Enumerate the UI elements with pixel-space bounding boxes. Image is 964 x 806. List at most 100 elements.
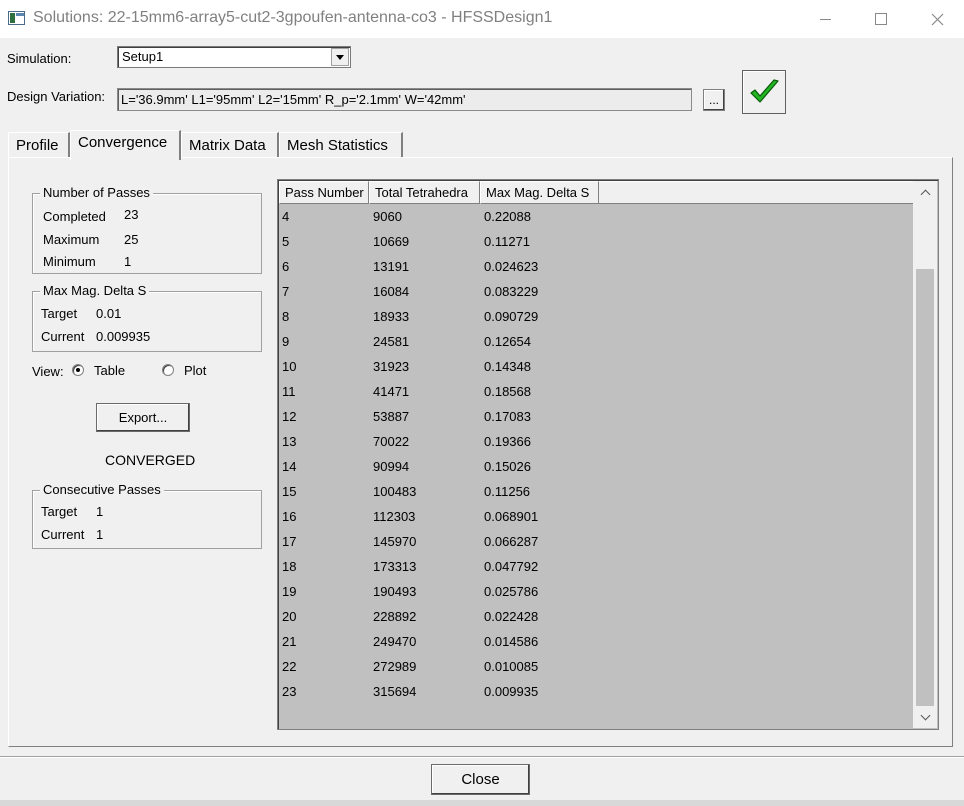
table-row[interactable]: 19 190493 0.025786 bbox=[279, 580, 913, 605]
cell-pass-number: 5 bbox=[282, 234, 290, 249]
column-header-total-tetrahedra[interactable]: Total Tetrahedra bbox=[369, 181, 480, 204]
cell-max-mag-delta-s: 0.068901 bbox=[484, 509, 539, 524]
view-table-radio[interactable] bbox=[72, 364, 84, 376]
table-row[interactable]: 10 31923 0.14348 bbox=[279, 355, 913, 380]
simulation-select[interactable]: Setup1 bbox=[117, 46, 351, 68]
delta-target-label: Target bbox=[41, 306, 78, 321]
scroll-up-button[interactable] bbox=[913, 181, 937, 203]
cell-max-mag-delta-s: 0.11256 bbox=[484, 484, 531, 499]
chevron-up-icon bbox=[920, 189, 930, 199]
table-row[interactable]: 21 249470 0.014586 bbox=[279, 630, 913, 655]
consecutive-target-label: Target bbox=[41, 504, 78, 519]
cell-max-mag-delta-s: 0.22088 bbox=[484, 209, 531, 224]
table-row[interactable]: 18 173313 0.047792 bbox=[279, 555, 913, 580]
maximum-label: Maximum bbox=[43, 232, 100, 247]
table-row[interactable]: 23 315694 0.009935 bbox=[279, 680, 913, 705]
group-title: Max Mag. Delta S bbox=[40, 283, 150, 298]
table-row[interactable]: 8 18933 0.090729 bbox=[279, 305, 913, 330]
minimize-button[interactable] bbox=[800, 0, 850, 38]
max-mag-delta-s-group: Max Mag. Delta S Target 0.01 Current 0.0… bbox=[32, 283, 262, 352]
table-row[interactable]: 7 16084 0.083229 bbox=[279, 280, 913, 305]
cell-max-mag-delta-s: 0.090729 bbox=[484, 309, 539, 324]
group-title: Consecutive Passes bbox=[40, 482, 164, 497]
consecutive-current-label: Current bbox=[41, 527, 85, 542]
view-label: View: bbox=[32, 364, 64, 379]
column-header-max-mag-delta-s[interactable]: Max Mag. Delta S bbox=[480, 181, 599, 204]
cell-pass-number: 18 bbox=[282, 559, 297, 574]
scroll-down-button[interactable] bbox=[913, 706, 937, 728]
cell-total-tetrahedra: 24581 bbox=[373, 334, 410, 349]
dropdown-button[interactable] bbox=[331, 48, 349, 66]
completed-value: 23 bbox=[124, 207, 139, 222]
cell-total-tetrahedra: 100483 bbox=[373, 484, 417, 499]
table-row[interactable]: 11 41471 0.18568 bbox=[279, 380, 913, 405]
table-row[interactable]: 9 24581 0.12654 bbox=[279, 330, 913, 355]
cell-total-tetrahedra: 190493 bbox=[373, 584, 417, 599]
minimize-icon bbox=[819, 18, 831, 20]
consecutive-passes-group: Consecutive Passes Target 1 Current 1 bbox=[32, 482, 262, 549]
cell-total-tetrahedra: 249470 bbox=[373, 634, 417, 649]
view-plot-radio[interactable] bbox=[162, 364, 174, 376]
table-row[interactable]: 22 272989 0.010085 bbox=[279, 655, 913, 680]
cell-pass-number: 21 bbox=[282, 634, 297, 649]
chevron-down-icon bbox=[920, 710, 930, 720]
cell-pass-number: 16 bbox=[282, 509, 297, 524]
cell-total-tetrahedra: 31923 bbox=[373, 359, 410, 374]
number-of-passes-group: Number of Passes Completed 23 Maximum 25… bbox=[32, 185, 262, 274]
tab-matrix-data[interactable]: Matrix Data bbox=[181, 132, 279, 158]
cell-max-mag-delta-s: 0.17083 bbox=[484, 409, 531, 424]
design-variation-field[interactable]: L='36.9mm' L1='95mm' L2='15mm' R_p='2.1m… bbox=[117, 88, 692, 111]
close-window-button[interactable] bbox=[912, 0, 962, 38]
close-button[interactable]: Close bbox=[431, 764, 530, 795]
apply-check-button[interactable] bbox=[742, 70, 786, 114]
export-button[interactable]: Export... bbox=[96, 403, 190, 432]
chevron-down-icon bbox=[336, 54, 344, 60]
vertical-scrollbar[interactable] bbox=[913, 181, 937, 728]
table-body: 4 9060 0.22088 5 10669 0.11271 6 13191 0.024623 7… bbox=[279, 205, 913, 705]
cell-total-tetrahedra: 145970 bbox=[373, 534, 417, 549]
green-check-icon bbox=[750, 79, 779, 103]
cell-total-tetrahedra: 9060 bbox=[373, 209, 402, 224]
table-row[interactable]: 17 145970 0.066287 bbox=[279, 530, 913, 555]
table-row[interactable]: 16 112303 0.068901 bbox=[279, 505, 913, 530]
cell-total-tetrahedra: 173313 bbox=[373, 559, 417, 574]
cell-pass-number: 12 bbox=[282, 409, 297, 424]
cell-pass-number: 20 bbox=[282, 609, 297, 624]
table-row[interactable]: 12 53887 0.17083 bbox=[279, 405, 913, 430]
cell-max-mag-delta-s: 0.024623 bbox=[484, 259, 539, 274]
consecutive-current-value: 1 bbox=[96, 527, 104, 542]
table-row[interactable]: 5 10669 0.11271 bbox=[279, 230, 913, 255]
app-window-icon bbox=[8, 11, 25, 25]
cell-max-mag-delta-s: 0.19366 bbox=[484, 434, 531, 449]
table-row[interactable]: 14 90994 0.15026 bbox=[279, 455, 913, 480]
table-row[interactable]: 20 228892 0.022428 bbox=[279, 605, 913, 630]
cell-total-tetrahedra: 53887 bbox=[373, 409, 410, 424]
column-header-pass-number[interactable]: Pass Number bbox=[279, 181, 369, 204]
tab-mesh-statistics[interactable]: Mesh Statistics bbox=[279, 132, 403, 158]
scroll-thumb[interactable] bbox=[916, 269, 934, 706]
cell-max-mag-delta-s: 0.12654 bbox=[484, 334, 531, 349]
cell-total-tetrahedra: 16084 bbox=[373, 284, 410, 299]
convergence-table[interactable]: Pass Number Total Tetrahedra Max Mag. De… bbox=[277, 179, 939, 730]
table-row[interactable]: 15 100483 0.11256 bbox=[279, 480, 913, 505]
cell-pass-number: 19 bbox=[282, 584, 297, 599]
cell-max-mag-delta-s: 0.14348 bbox=[484, 359, 531, 374]
browse-variation-button[interactable]: ... bbox=[703, 89, 725, 111]
cell-total-tetrahedra: 41471 bbox=[373, 384, 410, 399]
table-row[interactable]: 4 9060 0.22088 bbox=[279, 205, 913, 230]
cell-max-mag-delta-s: 0.022428 bbox=[484, 609, 539, 624]
close-icon bbox=[931, 13, 943, 25]
table-row[interactable]: 6 13191 0.024623 bbox=[279, 255, 913, 280]
maximum-value: 25 bbox=[124, 232, 139, 247]
maximize-button[interactable] bbox=[856, 0, 906, 38]
cell-total-tetrahedra: 13191 bbox=[373, 259, 410, 274]
cell-pass-number: 10 bbox=[282, 359, 297, 374]
cell-total-tetrahedra: 228892 bbox=[373, 609, 417, 624]
cell-max-mag-delta-s: 0.014586 bbox=[484, 634, 539, 649]
consecutive-target-value: 1 bbox=[96, 504, 104, 519]
tab-profile[interactable]: Profile bbox=[8, 132, 70, 158]
table-row[interactable]: 13 70022 0.19366 bbox=[279, 430, 913, 455]
tab-convergence[interactable]: Convergence bbox=[70, 130, 181, 160]
maximize-icon bbox=[875, 13, 887, 25]
cell-total-tetrahedra: 112303 bbox=[373, 509, 416, 524]
